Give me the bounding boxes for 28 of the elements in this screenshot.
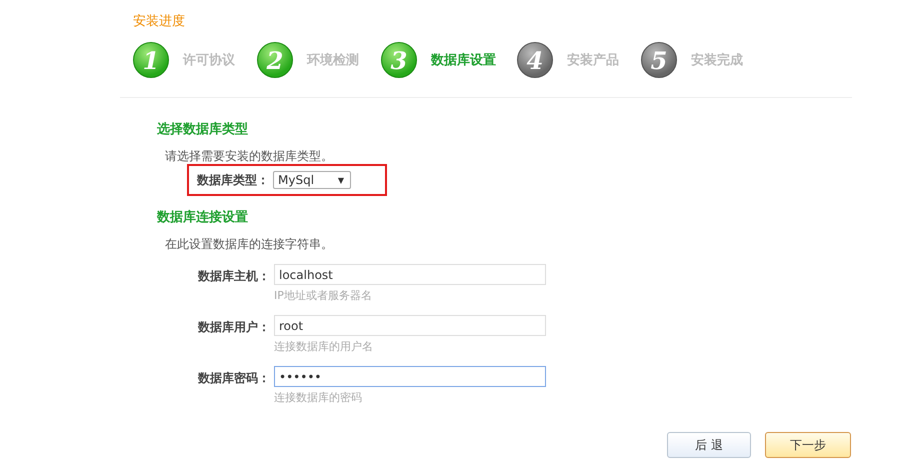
field-hint: 连接数据库的密码	[274, 390, 363, 405]
field-label: 数据库密码：	[196, 370, 270, 387]
step-number-badge: 2	[257, 42, 293, 78]
section-description: 请选择需要安装的数据库类型。	[165, 148, 334, 164]
section-heading: 选择数据库类型	[157, 120, 249, 139]
section-description: 在此设置数据库的连接字符串。	[165, 236, 334, 252]
field-label: 数据库类型：	[196, 172, 269, 188]
step-label: 许可协议	[183, 52, 235, 69]
section-heading: 数据库连接设置	[157, 208, 249, 227]
progress-title: 安装进度	[133, 13, 185, 30]
input-field[interactable]: ••••••	[274, 366, 546, 387]
step-label: 安装完成	[691, 52, 743, 69]
input-field[interactable]: root	[274, 315, 546, 336]
step-number-badge: 4	[517, 42, 553, 78]
field-label: 数据库用户：	[196, 319, 270, 336]
step-number-badge: 5	[641, 42, 677, 78]
step-label: 数据库设置	[431, 52, 496, 69]
input-field[interactable]: localhost	[274, 264, 546, 285]
next-button[interactable]: 下一步	[765, 432, 851, 458]
field-label: 数据库主机：	[196, 268, 270, 285]
step-label: 环境检测	[307, 52, 359, 69]
back-button[interactable]: 后 退	[667, 432, 751, 458]
step-number-badge: 1	[133, 42, 169, 78]
field-hint: IP地址或者服务器名	[274, 288, 373, 303]
step-number-badge: 3	[381, 42, 417, 78]
field-hint: 连接数据库的用户名	[274, 339, 374, 354]
step-label: 安装产品	[567, 52, 619, 69]
database-type-dropdown[interactable]: MySql ▼	[273, 171, 351, 189]
